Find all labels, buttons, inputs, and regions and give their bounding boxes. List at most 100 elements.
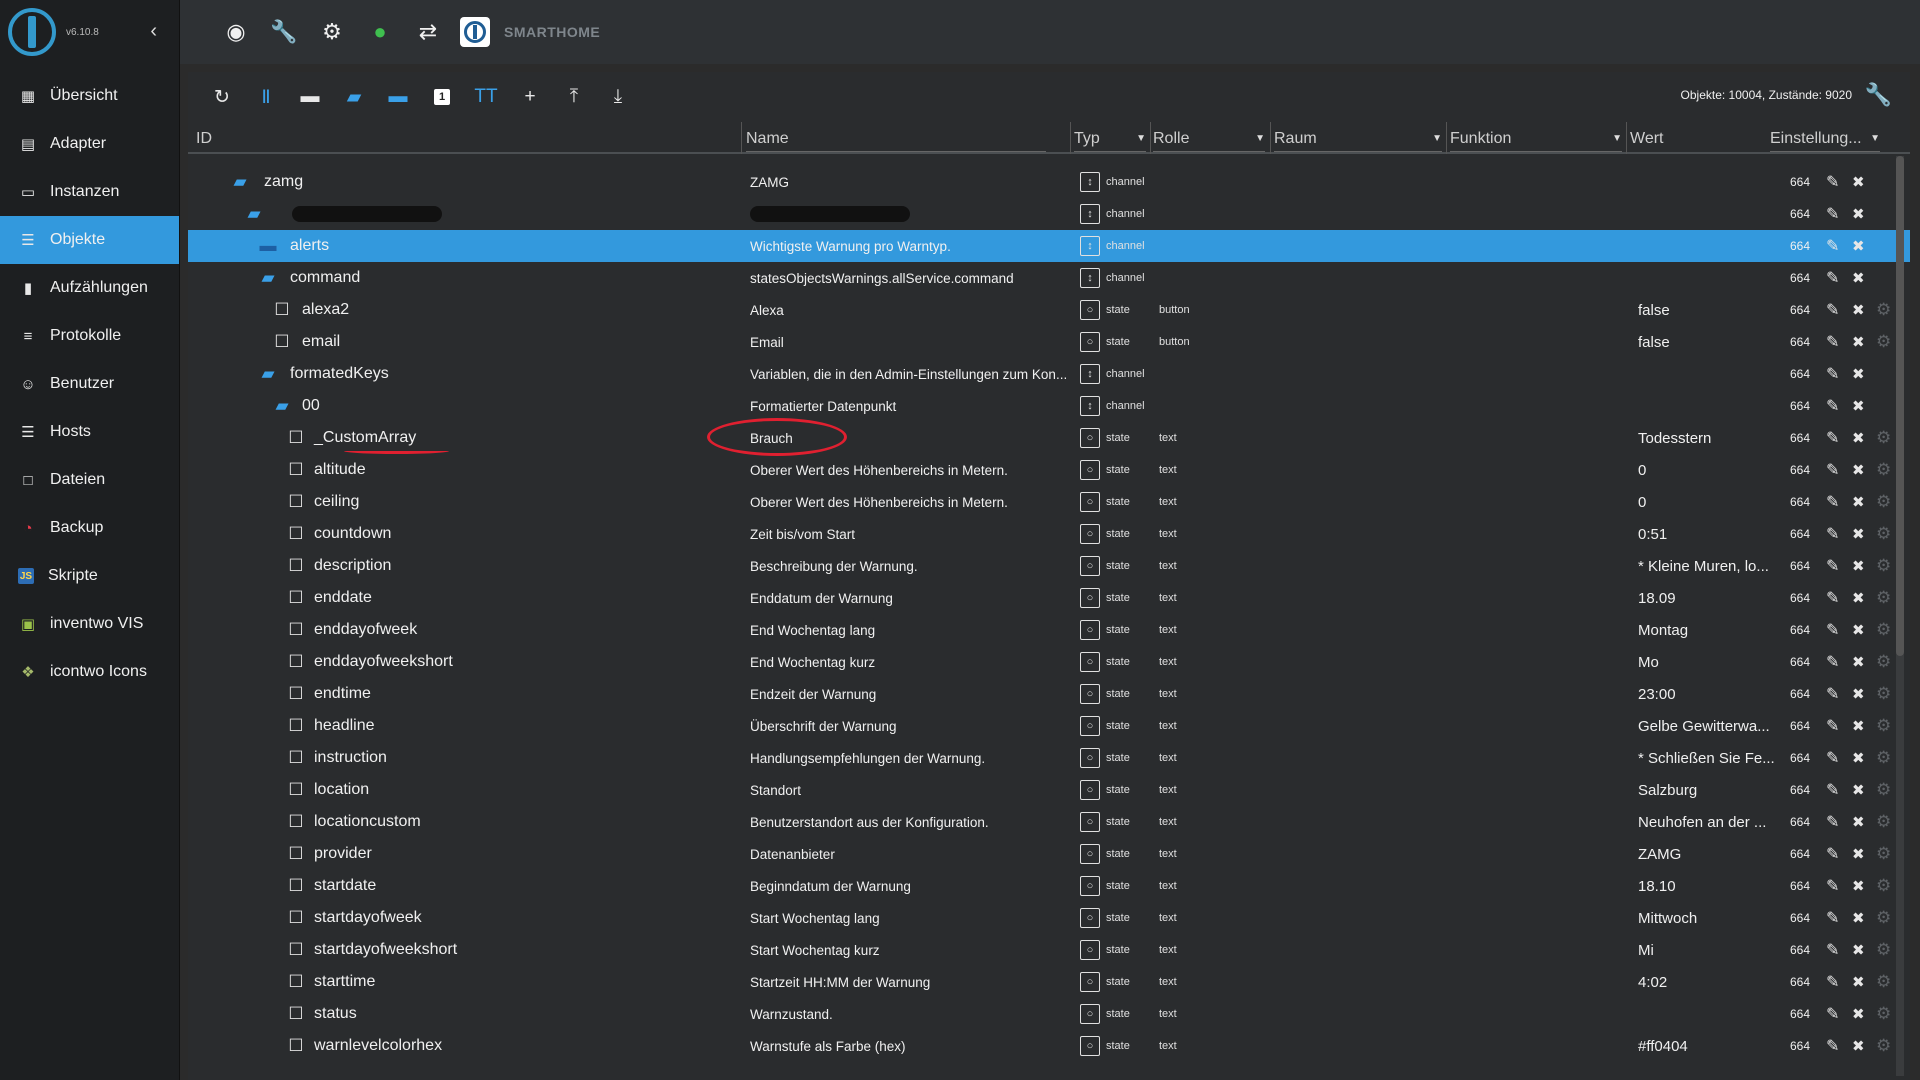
pencil-icon[interactable]: ✎: [1826, 300, 1839, 320]
wrench-icon[interactable]: 🔧: [264, 12, 304, 52]
row-acl[interactable]: 664: [1790, 687, 1810, 701]
column-raum[interactable]: Raum ▼: [1274, 126, 1442, 152]
row-name[interactable]: Zeit bis/vom Start: [750, 527, 1080, 542]
pencil-icon[interactable]: ✎: [1826, 972, 1839, 992]
row-id[interactable]: provider: [314, 845, 372, 863]
row-acl[interactable]: 664: [1790, 207, 1810, 221]
table-row[interactable]: ☐ countdown Zeit bis/vom Start ○ state text 0:…: [188, 518, 1910, 550]
row-wert[interactable]: Mittwoch: [1638, 910, 1778, 927]
gear-icon[interactable]: ⚙: [1876, 748, 1891, 768]
table-row[interactable]: ☐ starttime Startzeit HH:MM der Warnung ○ st…: [188, 966, 1910, 998]
row-id[interactable]: status: [314, 1005, 357, 1023]
row-wert[interactable]: Salzburg: [1638, 782, 1778, 799]
row-name[interactable]: statesObjectsWarnings.allService.command: [750, 271, 1080, 286]
row-acl[interactable]: 664: [1790, 591, 1810, 605]
pencil-icon[interactable]: ✎: [1826, 268, 1839, 288]
row-acl[interactable]: 664: [1790, 815, 1810, 829]
folder-open-icon[interactable]: ▰: [230, 172, 250, 192]
row-wert[interactable]: 18.10: [1638, 878, 1778, 895]
gear-icon[interactable]: ⚙: [1876, 460, 1891, 480]
table-row[interactable]: ☐ ceiling Oberer Wert des Höhenbereichs in…: [188, 486, 1910, 518]
row-acl[interactable]: 664: [1790, 527, 1810, 541]
column-separator[interactable]: [1626, 122, 1627, 154]
row-name[interactable]: Datenanbieter: [750, 847, 1080, 862]
folder-open-icon[interactable]: ▰: [332, 77, 376, 117]
row-id[interactable]: endtime: [314, 685, 371, 703]
table-row[interactable]: ☐ headline Überschrift der Warnung ○ state te…: [188, 710, 1910, 742]
gear-icon[interactable]: ⚙: [1876, 940, 1891, 960]
table-row[interactable]: ▰ formatedKeys Variablen, die in den Admin…: [188, 358, 1910, 390]
row-wert[interactable]: false: [1638, 334, 1778, 351]
table-row[interactable]: ☐ description Beschreibung der Warnung. ○ st…: [188, 550, 1910, 582]
column-typ[interactable]: Typ ▼: [1074, 126, 1146, 152]
row-acl[interactable]: 664: [1790, 495, 1810, 509]
table-row[interactable]: ▰ zamg ZAMG ↕ channel 664 ✎ ✖: [188, 166, 1910, 198]
gear-icon[interactable]: ⚙: [1876, 716, 1891, 736]
row-acl[interactable]: 664: [1790, 239, 1810, 253]
pencil-icon[interactable]: ✎: [1826, 460, 1839, 480]
row-name[interactable]: Formatierter Datenpunkt: [750, 399, 1080, 414]
row-name[interactable]: Variablen, die in den Admin-Einstellunge…: [750, 367, 1080, 382]
row-id[interactable]: 00: [302, 397, 320, 415]
add-icon[interactable]: +: [508, 77, 552, 117]
pencil-icon[interactable]: ✎: [1826, 1036, 1839, 1056]
trash-icon[interactable]: ✖: [1852, 237, 1865, 255]
sidebar-item-übersicht[interactable]: ▦ Übersicht: [0, 72, 179, 120]
folder-closed-icon[interactable]: ▬: [376, 77, 420, 117]
sidebar-item-benutzer[interactable]: ☺ Benutzer: [0, 360, 179, 408]
gear-icon[interactable]: ⚙: [1876, 844, 1891, 864]
pencil-icon[interactable]: ✎: [1826, 364, 1839, 384]
row-name[interactable]: Enddatum der Warnung: [750, 591, 1080, 606]
sidebar-item-instanzen[interactable]: ▭ Instanzen: [0, 168, 179, 216]
row-id[interactable]: formatedKeys: [290, 365, 389, 383]
row-wert[interactable]: Gelbe Gewitterwa...: [1638, 718, 1778, 735]
trash-icon[interactable]: ✖: [1852, 397, 1865, 415]
row-name[interactable]: Warnstufe als Farbe (hex): [750, 1039, 1080, 1054]
row-acl[interactable]: 664: [1790, 463, 1810, 477]
table-row[interactable]: ▰ command statesObjectsWarnings.allService…: [188, 262, 1910, 294]
column-separator[interactable]: [1270, 122, 1271, 154]
gear-icon[interactable]: ⚙: [1876, 876, 1891, 896]
trash-icon[interactable]: ✖: [1852, 493, 1865, 511]
folder-open-icon[interactable]: ▰: [244, 204, 264, 224]
row-name[interactable]: ZAMG: [750, 175, 1080, 190]
row-id[interactable]: command: [290, 269, 360, 287]
row-id[interactable]: alexa2: [302, 301, 349, 319]
pencil-icon[interactable]: ✎: [1826, 652, 1839, 672]
row-wert[interactable]: 18.09: [1638, 590, 1778, 607]
row-id[interactable]: countdown: [314, 525, 391, 543]
sidebar-item-aufzählungen[interactable]: ▮ Aufzählungen: [0, 264, 179, 312]
table-row[interactable]: ▰ ↕ channel 664 ✎ ✖: [188, 198, 1910, 230]
row-id[interactable]: zamg: [264, 173, 303, 191]
trash-icon[interactable]: ✖: [1852, 205, 1865, 223]
trash-icon[interactable]: ✖: [1852, 557, 1865, 575]
trash-icon[interactable]: ✖: [1852, 365, 1865, 383]
pencil-icon[interactable]: ✎: [1826, 204, 1839, 224]
row-id[interactable]: startdayofweekshort: [314, 941, 457, 959]
gear-icon[interactable]: ⚙: [1876, 620, 1891, 640]
gear-icon[interactable]: ⚙: [1876, 684, 1891, 704]
gear-icon[interactable]: ⚙: [1876, 588, 1891, 608]
row-name[interactable]: Email: [750, 335, 1080, 350]
trash-icon[interactable]: ✖: [1852, 589, 1865, 607]
trash-icon[interactable]: ✖: [1852, 685, 1865, 703]
row-wert[interactable]: Mi: [1638, 942, 1778, 959]
pencil-icon[interactable]: ✎: [1826, 940, 1839, 960]
sidebar-item-protokolle[interactable]: ≡ Protokolle: [0, 312, 179, 360]
gear-icon[interactable]: ⚙: [1876, 780, 1891, 800]
pencil-icon[interactable]: ✎: [1826, 332, 1839, 352]
trash-icon[interactable]: ✖: [1852, 909, 1865, 927]
row-name[interactable]: Endzeit der Warnung: [750, 687, 1080, 702]
row-wert[interactable]: Montag: [1638, 622, 1778, 639]
table-row[interactable]: ☐ warnlevelcolorhex Warnstufe als Farbe (h…: [188, 1030, 1910, 1062]
row-wert[interactable]: Mo: [1638, 654, 1778, 671]
trash-icon[interactable]: ✖: [1852, 525, 1865, 543]
row-wert[interactable]: 0: [1638, 494, 1778, 511]
eye-icon[interactable]: ◉: [216, 12, 256, 52]
row-wert[interactable]: * Kleine Muren, lo...: [1638, 558, 1778, 575]
pencil-icon[interactable]: ✎: [1826, 524, 1839, 544]
trash-icon[interactable]: ✖: [1852, 749, 1865, 767]
pencil-icon[interactable]: ✎: [1826, 620, 1839, 640]
gear-icon[interactable]: ⚙: [1876, 972, 1891, 992]
pencil-icon[interactable]: ✎: [1826, 428, 1839, 448]
